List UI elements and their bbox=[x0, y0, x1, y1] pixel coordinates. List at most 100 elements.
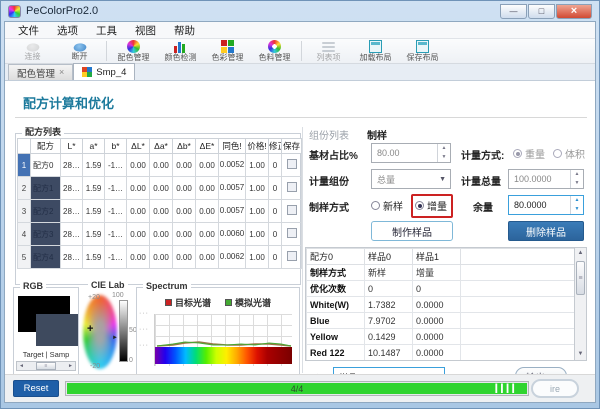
toolbar-color-manage[interactable]: 色彩管理 bbox=[204, 39, 251, 63]
menu-tools[interactable]: 工具 bbox=[87, 22, 126, 39]
result-row[interactable]: 优化次数 0 0 bbox=[306, 280, 574, 297]
formula-name[interactable]: 配方4 bbox=[30, 245, 61, 269]
save-checkbox[interactable] bbox=[286, 228, 297, 238]
formula-name[interactable]: 配方1 bbox=[30, 176, 61, 200]
scroll-down-icon[interactable]: ▼ bbox=[578, 349, 584, 360]
spin-down-icon[interactable]: ▼ bbox=[571, 205, 583, 214]
toolbar-disconnect[interactable]: 断开 bbox=[56, 39, 103, 63]
result-column-header[interactable]: 配方0 bbox=[306, 248, 365, 265]
toolbar-color-matching[interactable]: 配色管理 bbox=[110, 39, 157, 63]
value-cell[interactable]: -1… bbox=[104, 176, 127, 200]
save-checkbox[interactable] bbox=[286, 159, 297, 169]
value-cell[interactable]: 0.00 bbox=[126, 222, 150, 246]
value-cell[interactable]: 0.00 bbox=[195, 199, 219, 223]
row-number[interactable]: 1 bbox=[17, 153, 31, 177]
value-cell[interactable]: 1.00 bbox=[245, 245, 269, 269]
value-cell[interactable]: 28… bbox=[60, 176, 83, 200]
scroll-right-icon[interactable]: ► bbox=[66, 363, 75, 369]
value-cell[interactable]: 0 bbox=[268, 176, 282, 200]
value-cell[interactable]: 0.00 bbox=[126, 245, 150, 269]
result-row[interactable]: Blue 7.9702 0.0000 bbox=[306, 312, 574, 329]
value-cell[interactable]: 0.00 bbox=[172, 153, 196, 177]
base-ratio-spinner[interactable]: 80.00 ▲ ▼ bbox=[371, 143, 451, 163]
tab-smp4[interactable]: Smp_4 bbox=[73, 63, 136, 80]
result-row[interactable]: 制样方式 新样 增量 bbox=[306, 264, 574, 281]
value-cell[interactable]: 0 bbox=[268, 222, 282, 246]
tab-component-list[interactable]: 组份列表 bbox=[309, 127, 349, 142]
value-cell[interactable]: 28… bbox=[60, 199, 83, 223]
toolbar-color-detect[interactable]: 颜色检测 bbox=[157, 39, 204, 63]
spin-up-icon[interactable]: ▲ bbox=[438, 144, 450, 153]
value-cell[interactable]: -1… bbox=[104, 222, 127, 246]
formula-table[interactable]: 配方 L* a* b* ΔL* Δa* Δb* ΔE* 同色! 价格! 修正: … bbox=[17, 138, 302, 269]
save-checkbox[interactable] bbox=[286, 182, 297, 192]
result-row[interactable]: Yellow 0.1429 0.0000 bbox=[306, 328, 574, 345]
value-cell[interactable]: 0.00 bbox=[149, 222, 173, 246]
row-number[interactable]: 3 bbox=[17, 199, 31, 223]
remain-spinner[interactable]: 80.0000 ▲ ▼ bbox=[508, 195, 584, 215]
minimize-button[interactable] bbox=[500, 3, 527, 19]
spin-up-icon[interactable]: ▲ bbox=[571, 196, 583, 205]
menu-view[interactable]: 视图 bbox=[126, 22, 165, 39]
formula-name[interactable]: 配方0 bbox=[30, 153, 61, 177]
volume-radio[interactable]: 体积 bbox=[553, 146, 585, 161]
save-checkbox[interactable] bbox=[286, 251, 297, 261]
value-cell[interactable]: 0.00 bbox=[172, 176, 196, 200]
result-scrollbar[interactable]: ▲ ≡ ▼ bbox=[574, 247, 587, 361]
value-cell[interactable]: 0.0052 bbox=[218, 153, 246, 177]
value-cell[interactable]: 0 bbox=[268, 245, 282, 269]
value-cell[interactable]: 1.00 bbox=[245, 222, 269, 246]
component-dropdown[interactable]: 总量 ▼ bbox=[371, 169, 451, 189]
value-cell[interactable]: 0.0057 bbox=[218, 199, 246, 223]
value-cell[interactable]: 1.59 bbox=[82, 199, 105, 223]
tab-color-matching[interactable]: 配色管理 × bbox=[8, 64, 74, 80]
value-cell[interactable]: 0.00 bbox=[149, 199, 173, 223]
lightness-bar[interactable] bbox=[119, 300, 128, 362]
increment-radio[interactable]: 增量 bbox=[415, 198, 447, 213]
row-number[interactable]: 5 bbox=[17, 245, 31, 269]
scroll-thumb[interactable]: ≡ bbox=[576, 261, 585, 295]
value-cell[interactable]: 0.00 bbox=[195, 245, 219, 269]
value-cell[interactable]: 28… bbox=[60, 153, 83, 177]
value-cell[interactable]: 1.00 bbox=[245, 153, 269, 177]
formula-row[interactable]: 5 配方4 28… 1.59 -1… 0.00 0.00 0.00 0.00 0.0062 1.00… bbox=[17, 245, 302, 269]
value-cell[interactable]: 0.00 bbox=[172, 222, 196, 246]
total-spinner[interactable]: 100.0000 ▲ ▼ bbox=[508, 169, 584, 189]
formula-row[interactable]: 1 配方0 28… 1.59 -1… 0.00 0.00 0.00 0.00 0.0052 1.00… bbox=[17, 153, 302, 177]
row-number[interactable]: 4 bbox=[17, 222, 31, 246]
value-cell[interactable]: 1.59 bbox=[82, 176, 105, 200]
value-cell[interactable]: 0 bbox=[268, 199, 282, 223]
value-cell[interactable]: 1.00 bbox=[245, 199, 269, 223]
value-cell[interactable]: 28… bbox=[60, 222, 83, 246]
spin-down-icon[interactable]: ▼ bbox=[571, 179, 583, 188]
formula-row[interactable]: 2 配方1 28… 1.59 -1… 0.00 0.00 0.00 0.00 0.0057 1.00… bbox=[17, 176, 302, 200]
value-cell[interactable]: 1.00 bbox=[245, 176, 269, 200]
result-column-header[interactable]: 样品1 bbox=[412, 248, 461, 265]
toolbar-colorant-manage[interactable]: 色料管理 bbox=[251, 39, 298, 63]
value-cell[interactable]: 0.00 bbox=[149, 176, 173, 200]
value-cell[interactable]: 1.59 bbox=[82, 222, 105, 246]
close-button[interactable] bbox=[556, 3, 592, 19]
value-cell[interactable]: 0.00 bbox=[195, 176, 219, 200]
menu-help[interactable]: 帮助 bbox=[165, 22, 204, 39]
value-cell[interactable]: 0.00 bbox=[195, 222, 219, 246]
formula-row[interactable]: 4 配方3 28… 1.59 -1… 0.00 0.00 0.00 0.00 0.0060 1.00… bbox=[17, 222, 302, 246]
scroll-up-icon[interactable]: ▲ bbox=[578, 248, 584, 259]
title-bar[interactable]: PeColorPro2.0 bbox=[4, 1, 596, 21]
formula-row[interactable]: 3 配方2 28… 1.59 -1… 0.00 0.00 0.00 0.00 0.0057 1.00… bbox=[17, 199, 302, 223]
reset-button[interactable]: Reset bbox=[13, 380, 59, 398]
tab-sampling[interactable]: 制样 bbox=[367, 127, 387, 142]
scroll-left-icon[interactable]: ◄ bbox=[17, 363, 26, 369]
new-sample-radio[interactable]: 新样 bbox=[371, 198, 403, 213]
tab-close-icon[interactable]: × bbox=[59, 68, 64, 77]
value-cell[interactable]: 0.00 bbox=[172, 199, 196, 223]
result-column-header[interactable]: 样品0 bbox=[364, 248, 413, 265]
value-cell[interactable]: 0.00 bbox=[126, 176, 150, 200]
row-number[interactable]: 2 bbox=[17, 176, 31, 200]
value-cell[interactable]: -1… bbox=[104, 199, 127, 223]
toolbar-save-layout[interactable]: 保存布局 bbox=[399, 39, 446, 63]
value-cell[interactable]: 0.0057 bbox=[218, 176, 246, 200]
value-cell[interactable]: -1… bbox=[104, 153, 127, 177]
delete-sample-button[interactable]: 删除样品 bbox=[508, 221, 584, 241]
toolbar-load-layout[interactable]: 加载布局 bbox=[352, 39, 399, 63]
